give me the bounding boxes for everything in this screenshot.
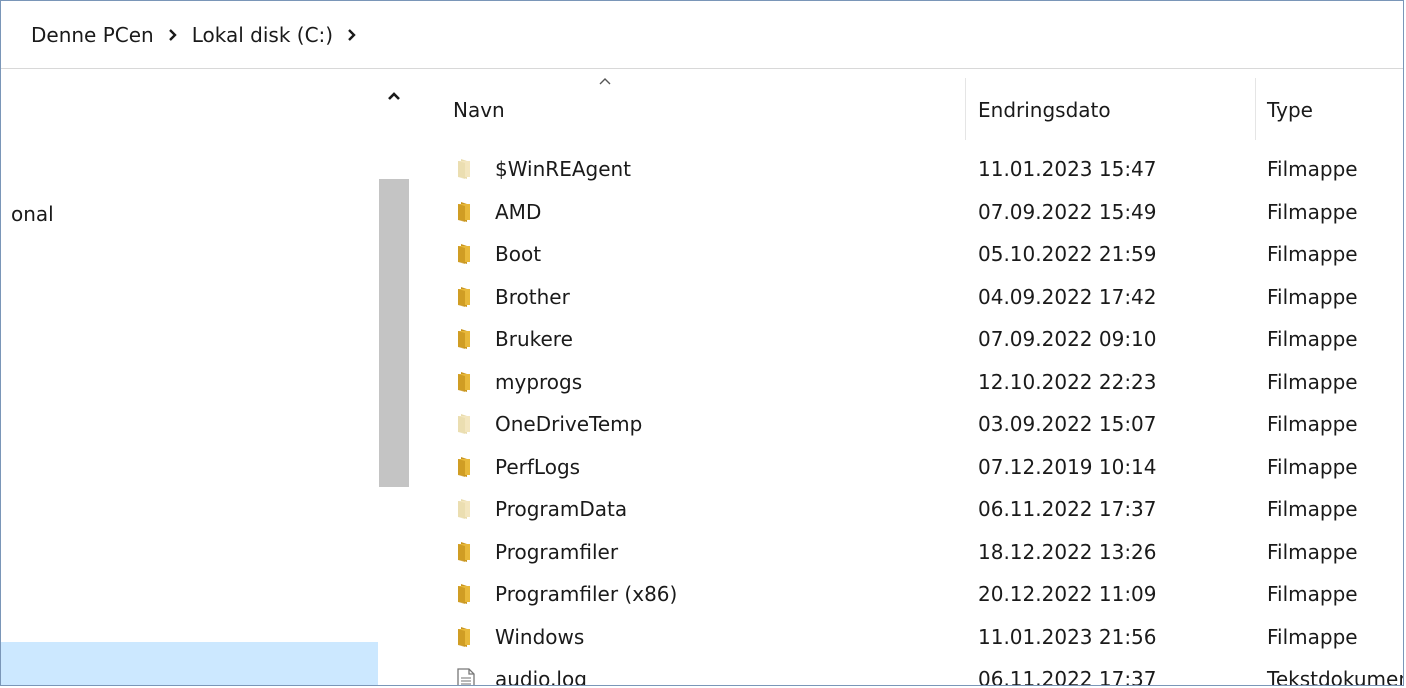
folder-icon (456, 541, 476, 563)
file-date: 07.12.2019 10:14 (978, 454, 1157, 479)
file-name: Brukere (495, 327, 573, 351)
file-type: Filmappe (1267, 539, 1358, 564)
file-type: Filmappe (1267, 624, 1358, 649)
sort-ascending-icon (599, 78, 611, 85)
file-type: Filmappe (1267, 582, 1358, 606)
hidden-folder-icon (456, 413, 476, 435)
file-date: 11.01.2023 21:56 (978, 624, 1157, 649)
table-row[interactable]: Brukere 07.09.2022 09:10 Filmappe (410, 318, 1403, 360)
hidden-folder-icon (456, 158, 476, 180)
breadcrumb-local-disk[interactable]: Lokal disk (C:) (188, 21, 337, 49)
file-date: 20.12.2022 11:09 (978, 582, 1157, 606)
folder-icon (456, 286, 476, 308)
table-row[interactable]: ProgramData 06.11.2022 17:37 Filmappe (410, 488, 1403, 530)
folder-icon (456, 626, 476, 648)
chevron-right-icon[interactable] (168, 28, 178, 42)
file-name: ProgramData (495, 497, 628, 521)
file-type: Filmappe (1267, 157, 1358, 181)
file-name: audio.log (495, 667, 587, 686)
file-name: Programfiler (495, 539, 619, 564)
table-row[interactable]: audio.log 06.11.2022 17:37 Tekstdokument (410, 658, 1404, 686)
table-row[interactable]: Boot 05.10.2022 21:59 Filmappe (410, 233, 1403, 275)
file-date: 12.10.2022 22:23 (978, 369, 1157, 394)
nav-item-selected[interactable] (1, 642, 378, 685)
file-name: Windows (495, 624, 585, 649)
folder-icon (456, 371, 476, 393)
file-date: 05.10.2022 21:59 (978, 242, 1157, 266)
file-type: Filmappe (1267, 369, 1358, 394)
file-date: 07.09.2022 09:10 (978, 327, 1157, 351)
file-date: 04.09.2022 17:42 (978, 284, 1157, 309)
file-type: Tekstdokument (1267, 667, 1404, 686)
folder-icon (456, 201, 476, 223)
address-bar[interactable]: Denne PCen Lokal disk (C:) (1, 1, 1403, 69)
file-type: Filmappe (1267, 412, 1358, 436)
table-row[interactable]: Programfiler 18.12.2022 13:26 Filmappe (410, 531, 1403, 573)
file-explorer-window: Denne PCen Lokal disk (C:) onal Navn End… (0, 0, 1404, 686)
navigation-pane: onal (1, 70, 378, 685)
file-name: myprogs (495, 369, 583, 394)
file-name: Programfiler (x86) (495, 582, 678, 606)
column-divider[interactable] (965, 78, 966, 140)
file-list: Navn Endringsdato Type $WinREAgent 11.01.… (410, 70, 1404, 686)
table-row[interactable]: Programfiler (x86) 20.12.2022 11:09 Filmap… (410, 573, 1403, 615)
file-name: Boot (495, 242, 542, 266)
nav-scrollbar[interactable] (378, 70, 410, 685)
file-name: $WinREAgent (495, 157, 632, 181)
scroll-thumb[interactable] (379, 179, 409, 487)
file-name: Brother (495, 284, 570, 309)
file-name: PerfLogs (495, 454, 581, 479)
folder-icon (456, 328, 476, 350)
folder-icon (456, 583, 476, 605)
table-row[interactable]: Brother 04.09.2022 17:42 Filmappe (410, 276, 1403, 318)
file-date: 18.12.2022 13:26 (978, 539, 1157, 564)
table-row[interactable]: $WinREAgent 11.01.2023 15:47 Filmappe (410, 148, 1403, 190)
file-type: Filmappe (1267, 497, 1358, 521)
file-name: OneDriveTemp (495, 412, 643, 436)
column-divider[interactable] (1255, 78, 1256, 140)
table-row[interactable]: OneDriveTemp 03.09.2022 15:07 Filmappe (410, 403, 1403, 445)
text-file-icon (456, 668, 476, 685)
file-type: Filmappe (1267, 284, 1358, 309)
column-header-date[interactable]: Endringsdato (978, 90, 1111, 130)
table-row[interactable]: AMD 07.09.2022 15:49 Filmappe (410, 191, 1403, 233)
scroll-up-arrow-icon[interactable] (378, 84, 410, 108)
file-name: AMD (495, 199, 542, 224)
file-date: 07.09.2022 15:49 (978, 199, 1157, 224)
hidden-folder-icon (456, 498, 476, 520)
file-date: 06.11.2022 17:37 (978, 497, 1157, 521)
file-date: 06.11.2022 17:37 (978, 667, 1157, 686)
chevron-right-icon[interactable] (347, 28, 357, 42)
file-type: Filmappe (1267, 327, 1358, 351)
file-date: 11.01.2023 15:47 (978, 157, 1157, 181)
nav-item[interactable]: onal (11, 202, 54, 226)
file-type: Filmappe (1267, 199, 1358, 224)
folder-icon (456, 456, 476, 478)
column-header-name[interactable]: Navn (453, 90, 505, 130)
column-header-row: Navn Endringsdato Type (410, 70, 1403, 148)
column-header-type[interactable]: Type (1267, 90, 1313, 130)
file-type: Filmappe (1267, 242, 1358, 266)
table-row[interactable]: PerfLogs 07.12.2019 10:14 Filmappe (410, 446, 1403, 488)
file-type: Filmappe (1267, 454, 1358, 479)
table-row[interactable]: Windows 11.01.2023 21:56 Filmappe (410, 616, 1403, 658)
file-date: 03.09.2022 15:07 (978, 412, 1157, 436)
folder-icon (456, 243, 476, 265)
table-row[interactable]: myprogs 12.10.2022 22:23 Filmappe (410, 361, 1403, 403)
breadcrumb-this-pc[interactable]: Denne PCen (27, 21, 158, 49)
